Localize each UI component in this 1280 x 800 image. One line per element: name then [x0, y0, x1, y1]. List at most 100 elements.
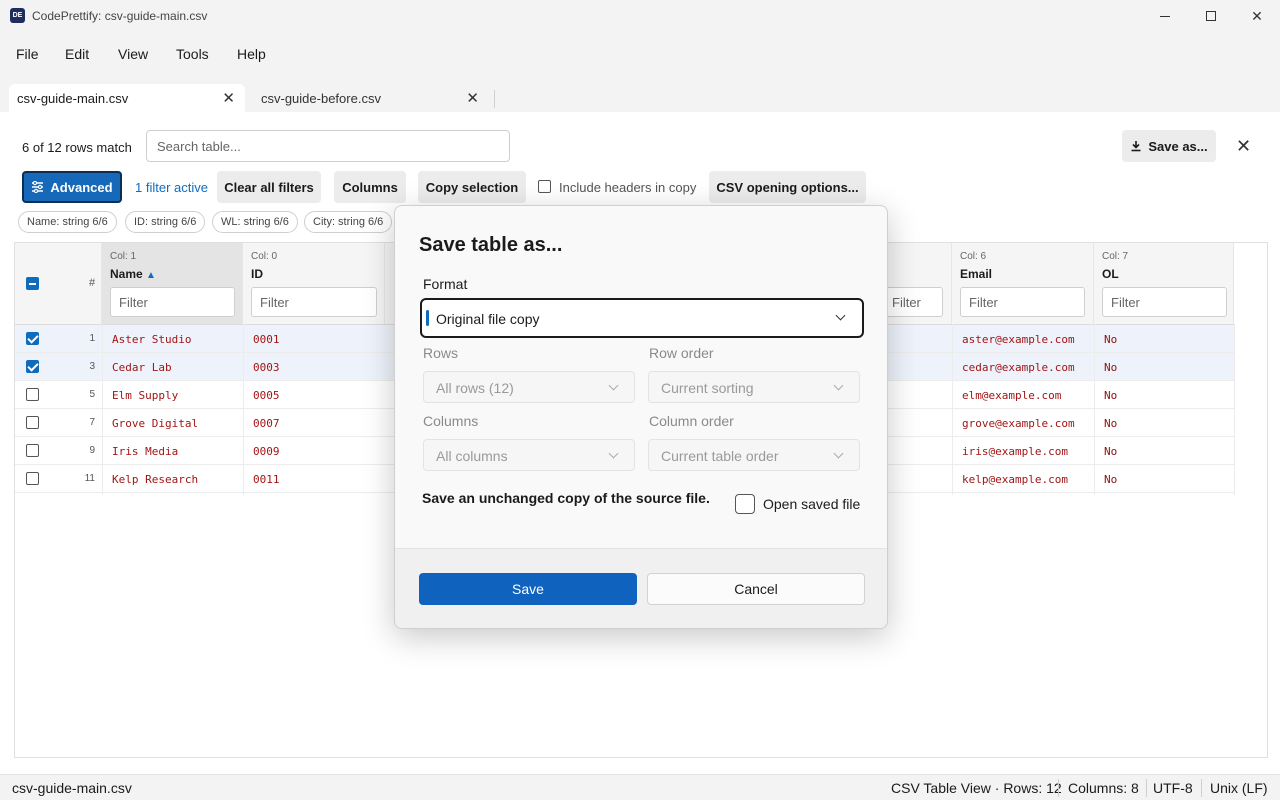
close-icon[interactable]: ✕ — [466, 89, 479, 107]
row-number: 3 — [89, 361, 95, 372]
rows-select[interactable]: All rows (12) — [423, 371, 635, 403]
column-type-chip[interactable]: WL: string 6/6 — [212, 211, 298, 233]
column-index: Col: 6 — [960, 251, 987, 262]
status-line-ending[interactable]: Unix (LF) — [1210, 780, 1268, 796]
chevron-down-icon — [835, 310, 846, 321]
row-number-header: # — [89, 277, 96, 289]
column-header-name[interactable]: Col: 1 Name ▲ — [102, 243, 243, 324]
window-close-button[interactable]: ✕ — [1234, 0, 1280, 32]
cell-ol[interactable]: No — [1104, 445, 1117, 458]
cell-email[interactable]: iris@example.com — [962, 445, 1068, 458]
cell-name[interactable]: Aster Studio — [112, 333, 191, 346]
menu-edit[interactable]: Edit — [65, 46, 89, 62]
minimize-button[interactable] — [1142, 0, 1188, 32]
column-type-chip[interactable]: Name: string 6/6 — [18, 211, 117, 233]
cell-name[interactable]: Kelp Research — [112, 473, 198, 486]
tab-csv-guide-before[interactable]: csv-guide-before.csv ✕ — [253, 84, 489, 112]
cell-email[interactable]: grove@example.com — [962, 417, 1075, 430]
menu-help[interactable]: Help — [237, 46, 266, 62]
column-header-email[interactable]: Col: 6 Email — [952, 243, 1094, 324]
filter-active-link[interactable]: 1 filter active — [135, 180, 208, 195]
cell-id[interactable]: 0005 — [253, 389, 280, 402]
filter-input-ol[interactable] — [1102, 287, 1227, 317]
cell-id[interactable]: 0003 — [253, 361, 280, 374]
copy-selection-button[interactable]: Copy selection — [418, 171, 526, 203]
maximize-button[interactable] — [1188, 0, 1234, 32]
select-all-checkbox[interactable] — [26, 277, 39, 290]
row-checkbox[interactable] — [26, 472, 39, 485]
row-checkbox[interactable] — [26, 388, 39, 401]
row-order-select[interactable]: Current sorting — [648, 371, 860, 403]
cell-name[interactable]: Elm Supply — [112, 389, 178, 402]
row-number: 1 — [89, 333, 95, 344]
cell-email[interactable]: kelp@example.com — [962, 473, 1068, 486]
row-number: 5 — [89, 389, 95, 400]
advanced-button[interactable]: Advanced — [22, 171, 122, 203]
menu-file[interactable]: File — [16, 46, 39, 62]
status-file-name: csv-guide-main.csv — [12, 780, 132, 796]
row-order-label: Row order — [649, 345, 714, 361]
save-button[interactable]: Save — [419, 573, 637, 605]
format-label: Format — [423, 276, 468, 292]
cell-ol[interactable]: No — [1104, 333, 1117, 346]
cell-id[interactable]: 0011 — [253, 473, 280, 486]
sliders-icon — [32, 181, 44, 193]
columns-button[interactable]: Columns — [334, 171, 406, 203]
cell-name[interactable]: Iris Media — [112, 445, 178, 458]
csv-opening-options-button[interactable]: CSV opening options... — [709, 171, 866, 203]
cell-ol[interactable]: No — [1104, 361, 1117, 374]
menu-view[interactable]: View — [118, 46, 148, 62]
cell-name[interactable]: Cedar Lab — [112, 361, 172, 374]
column-type-chip[interactable]: ID: string 6/6 — [125, 211, 206, 233]
column-type-chip[interactable]: City: string 6/6 — [304, 211, 393, 233]
filter-input-email[interactable] — [960, 287, 1085, 317]
filter-input-id[interactable] — [251, 287, 377, 317]
cell-ol[interactable]: No — [1104, 473, 1117, 486]
status-encoding[interactable]: UTF-8 — [1153, 780, 1193, 796]
row-number: 11 — [84, 473, 95, 484]
close-icon: ✕ — [1251, 7, 1263, 24]
search-input[interactable] — [146, 130, 510, 162]
cell-id[interactable]: 0009 — [253, 445, 280, 458]
format-select[interactable]: Original file copy — [420, 298, 864, 338]
cell-ol[interactable]: No — [1104, 417, 1117, 430]
cell-id[interactable]: 0001 — [253, 333, 280, 346]
cell-email[interactable]: aster@example.com — [962, 333, 1075, 346]
row-checkbox[interactable] — [26, 444, 39, 457]
row-checkbox[interactable] — [26, 416, 39, 429]
clear-filters-button[interactable]: Clear all filters — [217, 171, 321, 203]
close-table-icon[interactable]: ✕ — [1236, 136, 1251, 157]
close-icon[interactable]: ✕ — [222, 89, 235, 107]
filter-input-name[interactable] — [110, 287, 235, 317]
dialog-description: Save an unchanged copy of the source fil… — [422, 490, 710, 506]
filter-input-hidden[interactable] — [883, 287, 943, 317]
open-saved-file-checkbox[interactable] — [735, 494, 755, 514]
save-as-button[interactable]: Save as... — [1122, 130, 1216, 162]
status-bar: csv-guide-main.csv CSV Table View · Rows… — [0, 774, 1280, 800]
cell-name[interactable]: Grove Digital — [112, 417, 198, 430]
cell-ol[interactable]: No — [1104, 389, 1117, 402]
cell-email[interactable]: elm@example.com — [962, 389, 1061, 402]
cell-id[interactable]: 0007 — [253, 417, 280, 430]
dialog-title: Save table as... — [419, 234, 563, 256]
tab-csv-guide-main[interactable]: csv-guide-main.csv ✕ — [9, 84, 245, 112]
row-checkbox[interactable] — [26, 360, 39, 373]
column-order-select[interactable]: Current table order — [648, 439, 860, 471]
status-divider — [1146, 779, 1147, 797]
cell-email[interactable]: cedar@example.com — [962, 361, 1075, 374]
column-header-ol[interactable]: Col: 7 OL — [1094, 243, 1234, 324]
include-headers-label: Include headers in copy — [559, 180, 697, 195]
columns-value: All columns — [436, 448, 508, 464]
row-number: 7 — [89, 417, 95, 428]
rows-label: Rows — [423, 345, 459, 361]
cancel-button[interactable]: Cancel — [647, 573, 865, 605]
app-icon: DE — [10, 8, 25, 23]
column-header-id[interactable]: Col: 0 ID — [243, 243, 385, 324]
menu-tools[interactable]: Tools — [176, 46, 209, 62]
column-divider — [102, 324, 103, 495]
row-checkbox[interactable] — [26, 332, 39, 345]
column-index: Col: 1 — [110, 251, 137, 262]
columns-select[interactable]: All columns — [423, 439, 635, 471]
include-headers-checkbox[interactable] — [538, 180, 551, 193]
advanced-label: Advanced — [50, 179, 113, 195]
